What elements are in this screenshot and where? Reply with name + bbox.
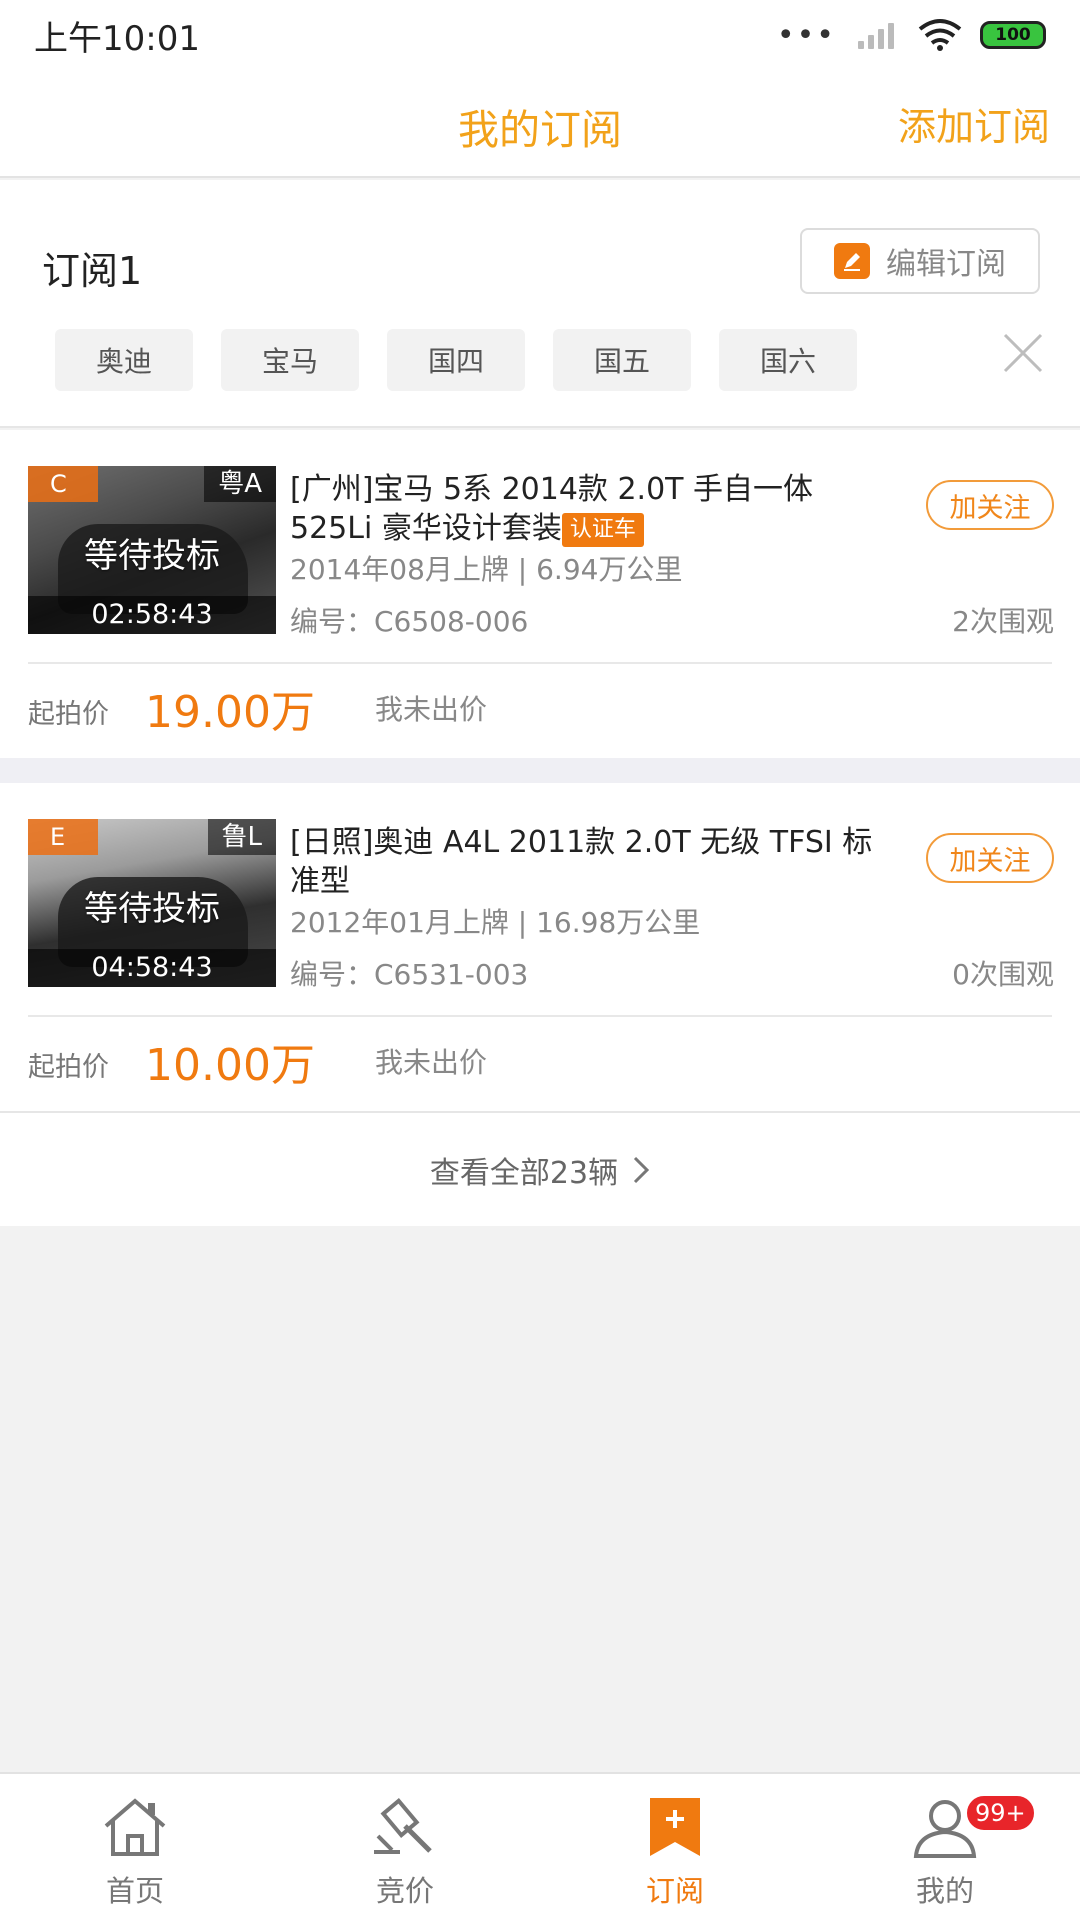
add-subscription-button[interactable]: 添加订阅 (898, 96, 1050, 151)
pencil-icon (834, 243, 870, 279)
signal-icon (854, 19, 900, 51)
car-title[interactable]: [日照]奥迪 A4L 2011款 2.0T 无级 TFSI 标准型 (290, 823, 890, 901)
tab-bidding-label: 竞价 (375, 1874, 434, 1908)
status-icons: ••• 100 (777, 18, 1046, 53)
tab-profile-label: 我的 (915, 1874, 974, 1908)
tag-audi[interactable]: 奥迪 (55, 329, 193, 391)
countdown-timer: 04:58:43 (28, 949, 276, 987)
car-listing-card[interactable]: C 粤A 等待投标 02:58:43 [广州]宝马 5系 2014款 2.0T … (0, 430, 1080, 758)
auction-status: 等待投标 (84, 889, 220, 929)
tab-bidding[interactable]: 竞价 (270, 1774, 540, 1920)
home-icon (104, 1798, 166, 1856)
notification-badge: 99+ (965, 1794, 1036, 1832)
car-code: 编号：C6508-006 (290, 605, 529, 638)
edit-subscription-label: 编辑订阅 (886, 247, 1006, 282)
tab-home[interactable]: 首页 (0, 1774, 270, 1920)
follow-button[interactable]: 加关注 (926, 480, 1054, 530)
view-count: 2次围观 (952, 605, 1054, 638)
starting-price-label: 起拍价 (28, 699, 109, 730)
edit-subscription-button[interactable]: 编辑订阅 (800, 228, 1040, 294)
tag-national-4[interactable]: 国四 (387, 329, 525, 391)
chevron-right-icon (634, 1156, 650, 1183)
top-navigation-bar: 我的订阅 添加订阅 (0, 70, 1080, 178)
plate-region-badge: 粤A (204, 466, 276, 502)
divider (28, 1015, 1052, 1017)
tag-national-5[interactable]: 国五 (553, 329, 691, 391)
section-separator (0, 758, 1080, 783)
plate-region-badge: 鲁L (207, 819, 276, 855)
tag-bmw[interactable]: 宝马 (221, 329, 359, 391)
bottom-tab-bar: 首页 竞价 订阅 我的 99+ (0, 1772, 1080, 1920)
bid-status: 我未出价 (375, 693, 488, 726)
view-count: 0次围观 (952, 958, 1054, 991)
auction-status: 等待投标 (84, 536, 220, 576)
wifi-icon (918, 19, 962, 51)
tag-national-6[interactable]: 国六 (719, 329, 857, 391)
starting-price-value: 19.00万 (145, 687, 315, 738)
follow-button[interactable]: 加关注 (926, 833, 1054, 883)
car-title-text: [广州]宝马 5系 2014款 2.0T 手自一体 525Li 豪华设计套装 (290, 472, 814, 546)
starting-price-label: 起拍价 (28, 1052, 109, 1083)
countdown-timer: 02:58:43 (28, 596, 276, 634)
battery-icon: 100 (980, 21, 1046, 49)
tab-subscription[interactable]: 订阅 (540, 1774, 810, 1920)
subscription-panel: 订阅1 编辑订阅 奥迪 宝马 国四 国五 国六 (0, 180, 1080, 428)
status-bar: 上午10:01 ••• 100 (0, 0, 1080, 70)
close-icon[interactable] (1002, 332, 1044, 374)
tab-profile[interactable]: 我的 99+ (810, 1774, 1080, 1920)
more-dots-icon: ••• (776, 17, 836, 53)
certified-badge: 认证车 (561, 512, 644, 547)
tab-subscription-label: 订阅 (645, 1874, 704, 1908)
starting-price-value: 10.00万 (145, 1040, 315, 1091)
car-thumbnail[interactable]: E 鲁L 等待投标 04:58:43 (28, 819, 276, 987)
bid-status: 我未出价 (375, 1046, 488, 1079)
view-all-button[interactable]: 查看全部23辆 (0, 1111, 1080, 1226)
car-grade-badge: E (28, 819, 98, 855)
car-thumbnail[interactable]: C 粤A 等待投标 02:58:43 (28, 466, 276, 634)
car-listing-card[interactable]: E 鲁L 等待投标 04:58:43 [日照]奥迪 A4L 2011款 2.0T… (0, 783, 1080, 1111)
registration-mileage: 2012年01月上牌 | 16.98万公里 (290, 906, 701, 939)
view-all-label: 查看全部23辆 (429, 1155, 619, 1191)
registration-mileage: 2014年08月上牌 | 6.94万公里 (290, 553, 683, 586)
tab-home-label: 首页 (105, 1874, 164, 1908)
car-code: 编号：C6531-003 (290, 958, 529, 991)
status-time: 上午10:01 (34, 18, 200, 59)
car-title[interactable]: [广州]宝马 5系 2014款 2.0T 手自一体 525Li 豪华设计套装 认证… (290, 470, 890, 548)
gavel-icon (374, 1798, 432, 1854)
subscription-tags: 奥迪 宝马 国四 国五 国六 (55, 329, 857, 391)
subscribe-bookmark-icon (650, 1798, 700, 1856)
subscription-name: 订阅1 (42, 249, 143, 293)
car-grade-badge: C (28, 466, 98, 502)
divider (28, 662, 1052, 664)
